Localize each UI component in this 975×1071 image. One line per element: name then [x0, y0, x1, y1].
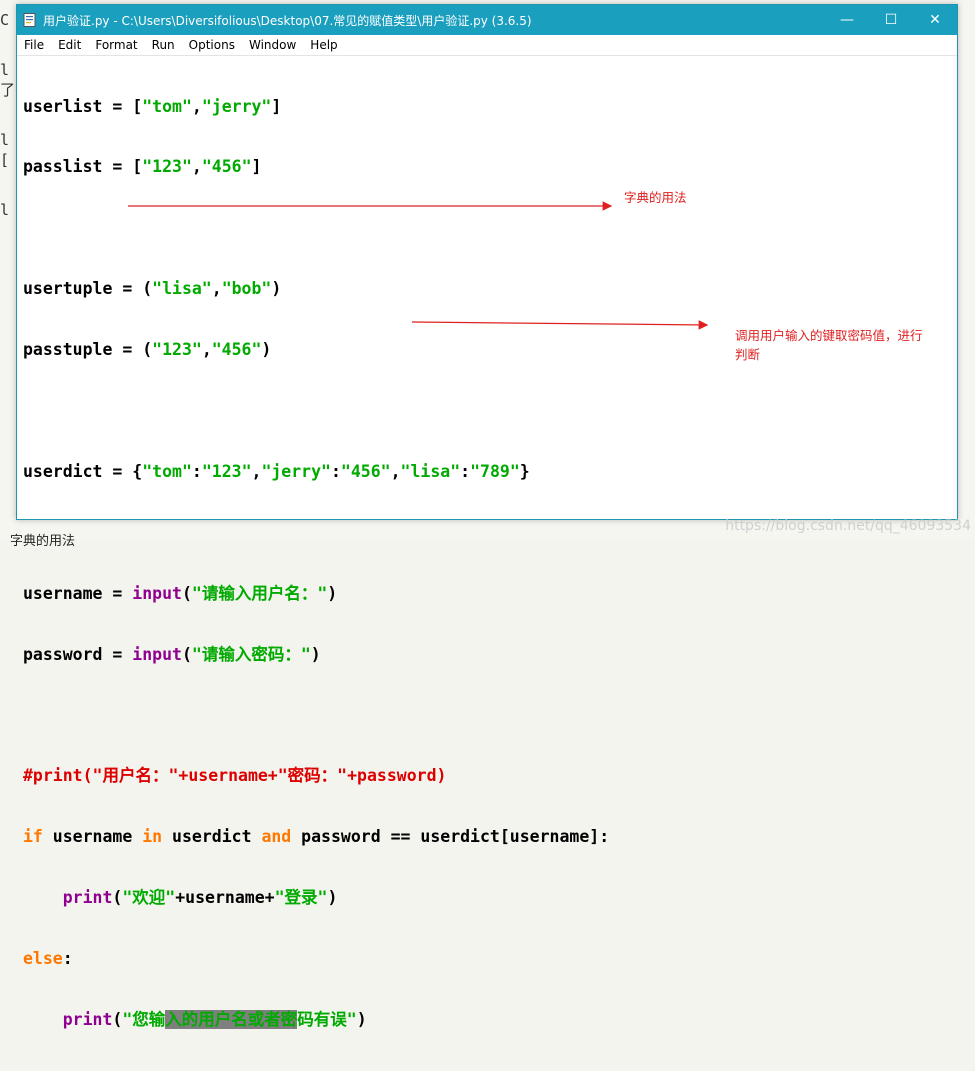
- code-line: username = input("请输入用户名："): [23, 583, 338, 603]
- annotation-lookup-line1: 调用用户输入的键取密码值，进行: [735, 328, 923, 343]
- annotation-arrow-lookup: [411, 320, 709, 330]
- code-line: print("欢迎"+username+"登录"): [62, 888, 338, 908]
- watermark: https://blog.csdn.net/qq_46093534: [725, 518, 971, 534]
- annotation-dict-usage: 字典的用法: [624, 190, 687, 205]
- text-selection: 入的用户名或者密: [165, 1009, 298, 1029]
- code-line: if username in userdict and password == …: [23, 827, 610, 847]
- code-line-comment: #print("用户名："+username+"密码："+password): [23, 766, 447, 786]
- code-line: else:: [23, 949, 73, 969]
- code-line: password = input("请输入密码："): [23, 644, 321, 664]
- code-line: print("您输入的用户名或者密码有误"): [62, 1009, 367, 1029]
- annotation-lookup-line2: 判断: [735, 347, 761, 362]
- annotation-arrows: [128, 201, 709, 330]
